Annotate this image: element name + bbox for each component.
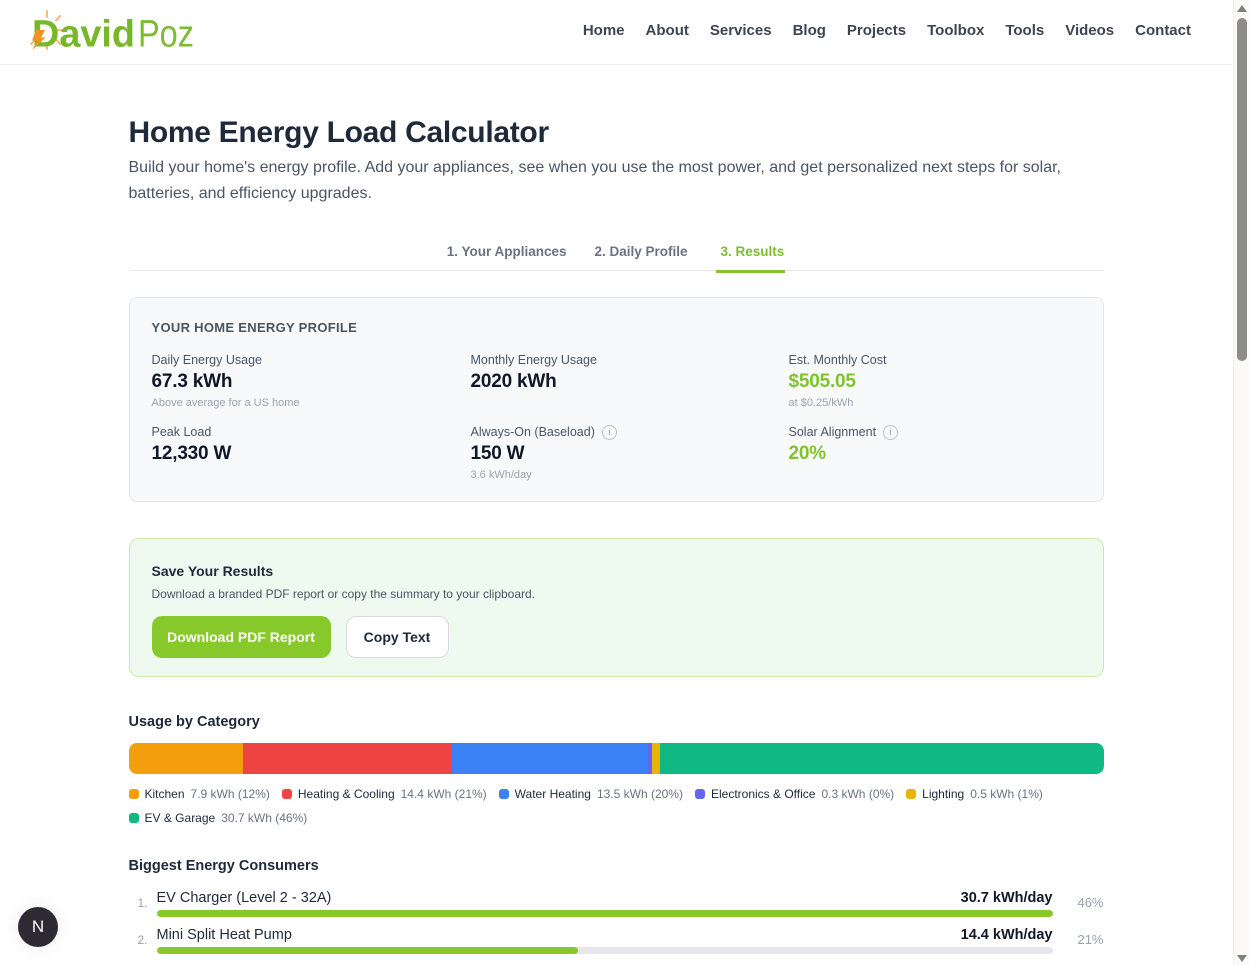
svg-text:Poz: Poz bbox=[138, 14, 194, 56]
svg-text:David: David bbox=[32, 14, 135, 56]
